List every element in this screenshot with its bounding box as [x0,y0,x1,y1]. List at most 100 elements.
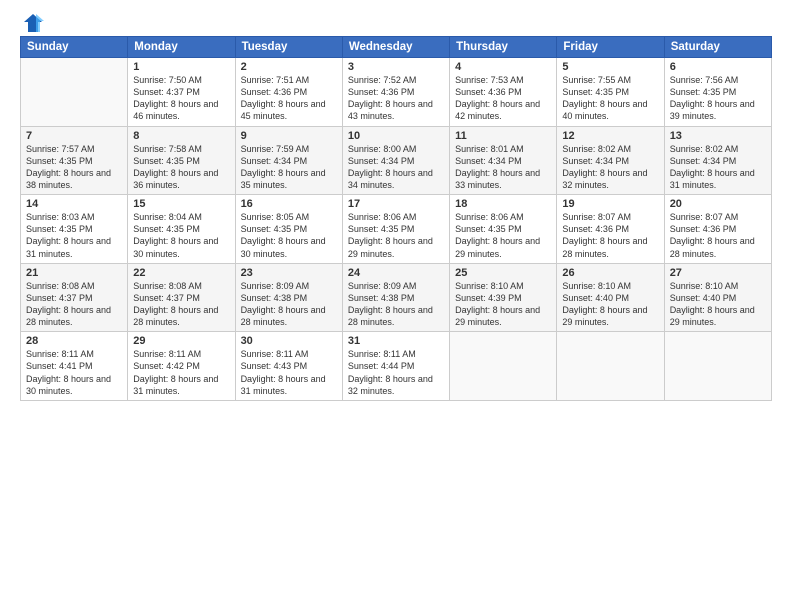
day-number: 31 [348,335,444,347]
day-number: 17 [348,198,444,210]
day-cell: 13 Sunrise: 8:02 AMSunset: 4:34 PMDaylig… [664,126,771,195]
day-info: Sunrise: 7:50 AMSunset: 4:37 PMDaylight:… [133,75,218,121]
col-friday: Friday [557,37,664,58]
header-row: Sunday Monday Tuesday Wednesday Thursday… [21,37,772,58]
day-info: Sunrise: 7:53 AMSunset: 4:36 PMDaylight:… [455,75,540,121]
day-info: Sunrise: 8:03 AMSunset: 4:35 PMDaylight:… [26,212,111,258]
day-cell: 2 Sunrise: 7:51 AMSunset: 4:36 PMDayligh… [235,58,342,127]
day-number: 28 [26,335,122,347]
day-info: Sunrise: 8:02 AMSunset: 4:34 PMDaylight:… [670,144,755,190]
day-info: Sunrise: 7:55 AMSunset: 4:35 PMDaylight:… [562,75,647,121]
day-cell: 24 Sunrise: 8:09 AMSunset: 4:38 PMDaylig… [342,263,449,332]
day-cell: 8 Sunrise: 7:58 AMSunset: 4:35 PMDayligh… [128,126,235,195]
day-cell: 15 Sunrise: 8:04 AMSunset: 4:35 PMDaylig… [128,195,235,264]
day-cell: 18 Sunrise: 8:06 AMSunset: 4:35 PMDaylig… [450,195,557,264]
day-cell [664,332,771,401]
day-number: 7 [26,130,122,142]
day-cell: 20 Sunrise: 8:07 AMSunset: 4:36 PMDaylig… [664,195,771,264]
day-cell: 5 Sunrise: 7:55 AMSunset: 4:35 PMDayligh… [557,58,664,127]
day-number: 13 [670,130,766,142]
day-info: Sunrise: 7:51 AMSunset: 4:36 PMDaylight:… [241,75,326,121]
day-cell: 16 Sunrise: 8:05 AMSunset: 4:35 PMDaylig… [235,195,342,264]
day-info: Sunrise: 8:10 AMSunset: 4:40 PMDaylight:… [562,281,647,327]
calendar-table: Sunday Monday Tuesday Wednesday Thursday… [20,36,772,401]
col-wednesday: Wednesday [342,37,449,58]
day-number: 23 [241,267,337,279]
day-number: 24 [348,267,444,279]
day-cell: 1 Sunrise: 7:50 AMSunset: 4:37 PMDayligh… [128,58,235,127]
day-cell [21,58,128,127]
day-number: 8 [133,130,229,142]
day-cell: 17 Sunrise: 8:06 AMSunset: 4:35 PMDaylig… [342,195,449,264]
day-info: Sunrise: 8:06 AMSunset: 4:35 PMDaylight:… [348,212,433,258]
day-number: 3 [348,61,444,73]
day-info: Sunrise: 8:08 AMSunset: 4:37 PMDaylight:… [133,281,218,327]
day-cell: 12 Sunrise: 8:02 AMSunset: 4:34 PMDaylig… [557,126,664,195]
day-number: 2 [241,61,337,73]
day-number: 10 [348,130,444,142]
day-info: Sunrise: 8:08 AMSunset: 4:37 PMDaylight:… [26,281,111,327]
week-row-2: 14 Sunrise: 8:03 AMSunset: 4:35 PMDaylig… [21,195,772,264]
day-number: 25 [455,267,551,279]
col-monday: Monday [128,37,235,58]
col-saturday: Saturday [664,37,771,58]
calendar-body: 1 Sunrise: 7:50 AMSunset: 4:37 PMDayligh… [21,58,772,401]
day-number: 20 [670,198,766,210]
day-info: Sunrise: 7:52 AMSunset: 4:36 PMDaylight:… [348,75,433,121]
col-thursday: Thursday [450,37,557,58]
col-sunday: Sunday [21,37,128,58]
day-info: Sunrise: 8:07 AMSunset: 4:36 PMDaylight:… [562,212,647,258]
day-number: 4 [455,61,551,73]
logo-icon [22,12,44,34]
day-number: 18 [455,198,551,210]
day-info: Sunrise: 8:11 AMSunset: 4:43 PMDaylight:… [241,349,326,395]
day-info: Sunrise: 7:58 AMSunset: 4:35 PMDaylight:… [133,144,218,190]
day-cell: 9 Sunrise: 7:59 AMSunset: 4:34 PMDayligh… [235,126,342,195]
week-row-3: 21 Sunrise: 8:08 AMSunset: 4:37 PMDaylig… [21,263,772,332]
day-cell: 11 Sunrise: 8:01 AMSunset: 4:34 PMDaylig… [450,126,557,195]
day-cell: 4 Sunrise: 7:53 AMSunset: 4:36 PMDayligh… [450,58,557,127]
day-info: Sunrise: 8:04 AMSunset: 4:35 PMDaylight:… [133,212,218,258]
day-cell: 22 Sunrise: 8:08 AMSunset: 4:37 PMDaylig… [128,263,235,332]
day-cell: 19 Sunrise: 8:07 AMSunset: 4:36 PMDaylig… [557,195,664,264]
day-info: Sunrise: 8:10 AMSunset: 4:39 PMDaylight:… [455,281,540,327]
day-number: 1 [133,61,229,73]
day-info: Sunrise: 8:10 AMSunset: 4:40 PMDaylight:… [670,281,755,327]
header [20,16,772,30]
day-number: 27 [670,267,766,279]
day-info: Sunrise: 8:02 AMSunset: 4:34 PMDaylight:… [562,144,647,190]
week-row-4: 28 Sunrise: 8:11 AMSunset: 4:41 PMDaylig… [21,332,772,401]
day-cell: 6 Sunrise: 7:56 AMSunset: 4:35 PMDayligh… [664,58,771,127]
day-cell: 29 Sunrise: 8:11 AMSunset: 4:42 PMDaylig… [128,332,235,401]
day-cell: 7 Sunrise: 7:57 AMSunset: 4:35 PMDayligh… [21,126,128,195]
logo [20,16,44,30]
day-cell: 14 Sunrise: 8:03 AMSunset: 4:35 PMDaylig… [21,195,128,264]
day-number: 21 [26,267,122,279]
day-info: Sunrise: 8:01 AMSunset: 4:34 PMDaylight:… [455,144,540,190]
day-number: 16 [241,198,337,210]
day-cell: 10 Sunrise: 8:00 AMSunset: 4:34 PMDaylig… [342,126,449,195]
day-cell: 30 Sunrise: 8:11 AMSunset: 4:43 PMDaylig… [235,332,342,401]
day-info: Sunrise: 8:06 AMSunset: 4:35 PMDaylight:… [455,212,540,258]
day-number: 9 [241,130,337,142]
day-number: 14 [26,198,122,210]
day-info: Sunrise: 8:09 AMSunset: 4:38 PMDaylight:… [348,281,433,327]
day-number: 30 [241,335,337,347]
day-number: 12 [562,130,658,142]
day-number: 11 [455,130,551,142]
day-cell: 31 Sunrise: 8:11 AMSunset: 4:44 PMDaylig… [342,332,449,401]
day-cell [450,332,557,401]
day-number: 5 [562,61,658,73]
day-info: Sunrise: 8:09 AMSunset: 4:38 PMDaylight:… [241,281,326,327]
week-row-1: 7 Sunrise: 7:57 AMSunset: 4:35 PMDayligh… [21,126,772,195]
day-cell: 26 Sunrise: 8:10 AMSunset: 4:40 PMDaylig… [557,263,664,332]
day-info: Sunrise: 8:07 AMSunset: 4:36 PMDaylight:… [670,212,755,258]
day-cell: 23 Sunrise: 8:09 AMSunset: 4:38 PMDaylig… [235,263,342,332]
day-info: Sunrise: 7:56 AMSunset: 4:35 PMDaylight:… [670,75,755,121]
day-cell: 21 Sunrise: 8:08 AMSunset: 4:37 PMDaylig… [21,263,128,332]
day-info: Sunrise: 8:11 AMSunset: 4:44 PMDaylight:… [348,349,433,395]
day-number: 26 [562,267,658,279]
day-cell: 27 Sunrise: 8:10 AMSunset: 4:40 PMDaylig… [664,263,771,332]
page: Sunday Monday Tuesday Wednesday Thursday… [0,0,792,612]
day-number: 6 [670,61,766,73]
